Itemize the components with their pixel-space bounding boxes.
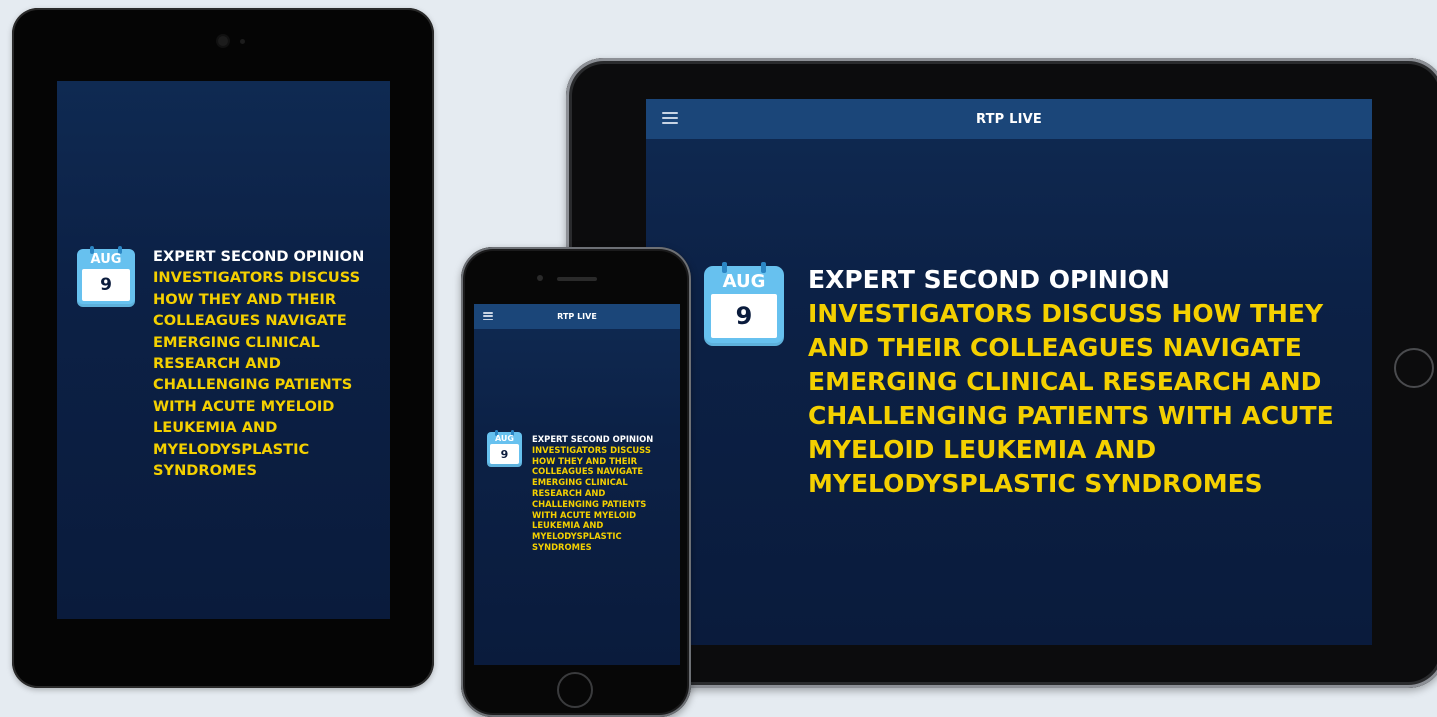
android-tablet: AUG 9 EXPERT SECOND OPINION INVESTIGATOR…: [12, 8, 434, 688]
app-title: RTP LIVE: [975, 111, 1042, 127]
ipad-home-button[interactable]: [1394, 348, 1434, 388]
calendar-month: AUG: [494, 434, 514, 443]
tablet-screen: AUG 9 EXPERT SECOND OPINION INVESTIGATOR…: [57, 81, 390, 619]
event-heading: EXPERT SECOND OPINION: [153, 248, 365, 265]
event-description: INVESTIGATORS DISCUSS HOW THEY AND THEIR…: [532, 444, 651, 552]
event-text-block[interactable]: EXPERT SECOND OPINION INVESTIGATORS DISC…: [532, 434, 674, 553]
event-description: INVESTIGATORS DISCUSS HOW THEY AND THEIR…: [808, 299, 1334, 498]
iphone-app-bar: RTP LIVE: [474, 304, 680, 329]
iphone-home-button[interactable]: [557, 672, 593, 708]
iphone-screen: RTP LIVE AUG 9 EXPERT SECOND OPINION INV…: [474, 304, 680, 665]
calendar-month: AUG: [90, 252, 122, 267]
iphone-speaker: [557, 277, 597, 281]
tablet-camera-icon: [218, 36, 228, 46]
ipad-app-bar: RTP LIVE: [646, 99, 1372, 139]
app-title: RTP LIVE: [557, 312, 597, 321]
iphone: RTP LIVE AUG 9 EXPERT SECOND OPINION INV…: [461, 247, 691, 717]
hamburger-menu-icon[interactable]: [662, 112, 678, 124]
ipad: RTP LIVE AUG 9 EXPERT SECOND OPINION INV…: [566, 58, 1437, 688]
calendar-day: 9: [711, 294, 777, 338]
calendar-month: AUG: [722, 271, 766, 292]
iphone-camera-icon: [537, 275, 543, 281]
event-heading: EXPERT SECOND OPINION: [808, 265, 1170, 294]
calendar-day: 9: [490, 444, 519, 464]
hamburger-menu-icon[interactable]: [483, 312, 493, 320]
calendar-icon: AUG 9: [77, 246, 135, 307]
event-text-block[interactable]: EXPERT SECOND OPINION INVESTIGATORS DISC…: [153, 246, 385, 481]
event-description: INVESTIGATORS DISCUSS HOW THEY AND THEIR…: [153, 269, 361, 480]
calendar-icon: AUG 9: [487, 430, 522, 467]
event-heading: EXPERT SECOND OPINION: [532, 434, 654, 444]
calendar-day: 9: [82, 269, 130, 301]
calendar-icon: AUG 9: [704, 262, 784, 346]
event-text-block[interactable]: EXPERT SECOND OPINION INVESTIGATORS DISC…: [808, 263, 1368, 501]
tablet-sensor-icon: [240, 39, 245, 44]
ipad-screen: RTP LIVE AUG 9 EXPERT SECOND OPINION INV…: [646, 99, 1372, 645]
